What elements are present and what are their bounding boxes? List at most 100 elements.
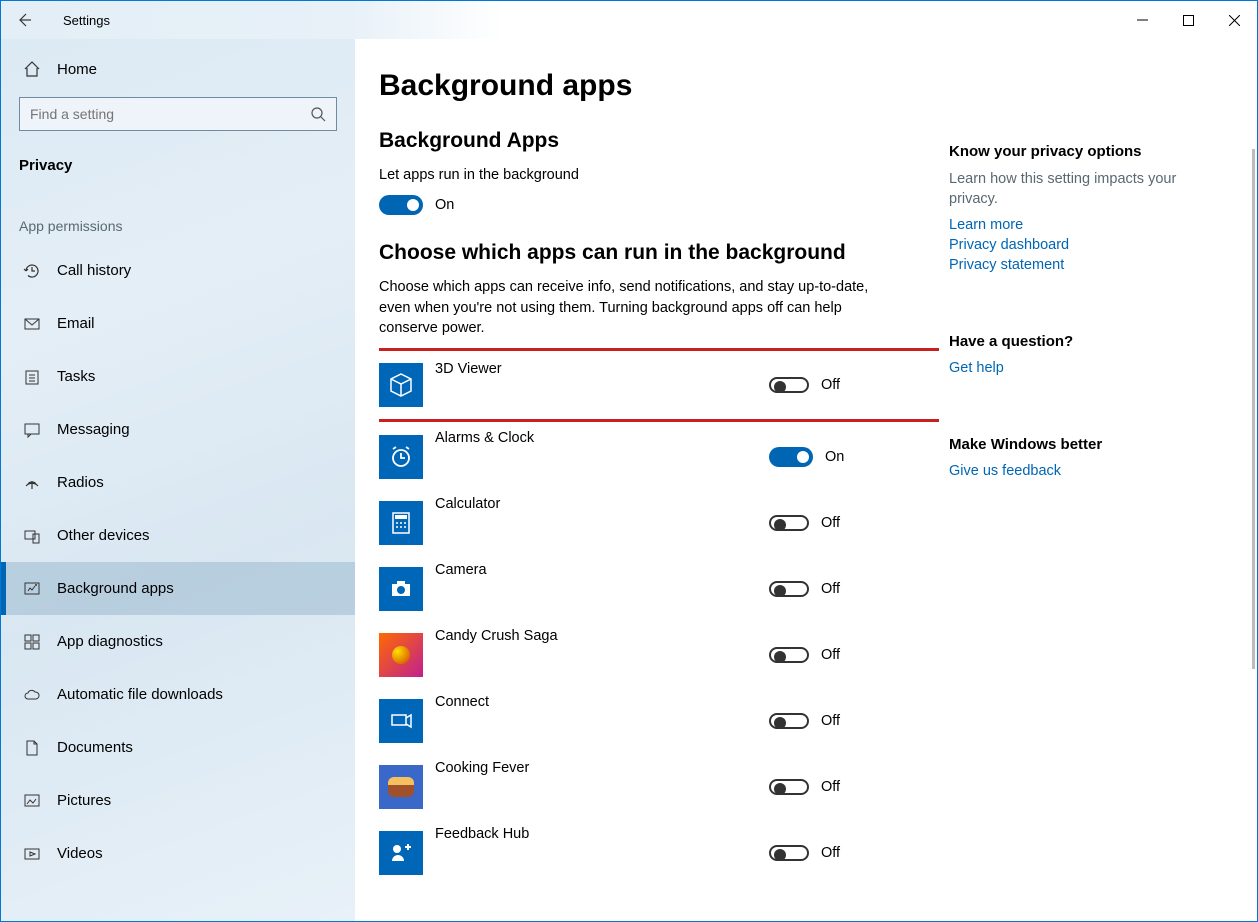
link-give-feedback[interactable]: Give us feedback (949, 463, 1209, 479)
app-row-cooking-fever: Cooking Fever Off (379, 754, 939, 820)
scrollbar[interactable] (1252, 149, 1255, 669)
maximize-button[interactable] (1165, 1, 1211, 39)
master-toggle-label: On (435, 197, 454, 213)
sidebar-item-radios[interactable]: Radios (1, 456, 355, 509)
messaging-icon (21, 419, 43, 441)
search-input[interactable] (19, 97, 337, 131)
app-toggle-label: Off (821, 647, 840, 663)
sidebar-item-label: Radios (57, 474, 104, 491)
sidebar-item-label: App diagnostics (57, 633, 163, 650)
section-background-apps-title: Background Apps (379, 129, 939, 153)
diagnostics-icon (21, 631, 43, 653)
sidebar-item-background-apps[interactable]: Background apps (1, 562, 355, 615)
sidebar-item-app-diagnostics[interactable]: App diagnostics (1, 615, 355, 668)
app-row-candy-crush: Candy Crush Saga Off (379, 622, 939, 688)
sidebar-item-label: Call history (57, 262, 131, 279)
sidebar-item-other-devices[interactable]: Other devices (1, 509, 355, 562)
app-icon-candy-crush (379, 633, 423, 677)
sidebar: Home Privacy App permissions Call histor… (1, 39, 355, 921)
app-toggle-label: Off (821, 713, 840, 729)
sidebar-item-label: Other devices (57, 527, 150, 544)
page-title: Background apps (379, 69, 939, 103)
document-icon (21, 737, 43, 759)
app-toggle-alarms[interactable] (769, 447, 813, 467)
app-name: Feedback Hub (435, 820, 769, 842)
link-get-help[interactable]: Get help (949, 360, 1209, 376)
app-row-calculator: Calculator Off (379, 490, 939, 556)
sidebar-item-messaging[interactable]: Messaging (1, 403, 355, 456)
sidebar-item-label: Background apps (57, 580, 174, 597)
app-name: Candy Crush Saga (435, 622, 769, 644)
sidebar-item-label: Automatic file downloads (57, 686, 223, 703)
back-button[interactable] (1, 1, 47, 39)
app-toggle-3d-viewer[interactable] (769, 377, 809, 393)
app-row-camera: Camera Off (379, 556, 939, 622)
tasks-icon (21, 366, 43, 388)
link-learn-more[interactable]: Learn more (949, 217, 1209, 233)
app-row-feedback-hub: Feedback Hub Off (379, 820, 939, 886)
app-row-alarms: Alarms & Clock On (379, 424, 939, 490)
pictures-icon (21, 790, 43, 812)
app-toggle-label: On (825, 449, 844, 465)
app-row-3d-viewer: 3D Viewer Off (379, 348, 939, 422)
close-button[interactable] (1211, 1, 1257, 39)
app-toggle-feedback-hub[interactable] (769, 845, 809, 861)
app-toggle-label: Off (821, 581, 840, 597)
info-panel: Know your privacy options Learn how this… (939, 69, 1219, 921)
sidebar-item-label: Videos (57, 845, 103, 862)
email-icon (21, 313, 43, 335)
app-toggle-camera[interactable] (769, 581, 809, 597)
sidebar-item-pictures[interactable]: Pictures (1, 774, 355, 827)
app-toggle-cooking-fever[interactable] (769, 779, 809, 795)
panel-subtext-privacy: Learn how this setting impacts your priv… (949, 170, 1209, 209)
app-toggle-label: Off (821, 515, 840, 531)
sidebar-item-label: Tasks (57, 368, 95, 385)
sidebar-item-call-history[interactable]: Call history (1, 244, 355, 297)
sidebar-item-videos[interactable]: Videos (1, 827, 355, 880)
main-panel: Background apps Background Apps Let apps… (355, 39, 1257, 921)
sidebar-item-label: Documents (57, 739, 133, 756)
app-icon-alarms (379, 435, 423, 479)
app-toggle-candy-crush[interactable] (769, 647, 809, 663)
history-icon (21, 260, 43, 282)
panel-heading-question: Have a question? (949, 333, 1209, 350)
panel-heading-feedback: Make Windows better (949, 436, 1209, 453)
videos-icon (21, 843, 43, 865)
app-toggle-label: Off (821, 779, 840, 795)
search-field[interactable] (30, 106, 310, 122)
app-toggle-calculator[interactable] (769, 515, 809, 531)
home-button[interactable]: Home (1, 47, 355, 91)
cloud-icon (21, 684, 43, 706)
sidebar-item-email[interactable]: Email (1, 297, 355, 350)
master-toggle-desc: Let apps run in the background (379, 165, 869, 185)
link-privacy-statement[interactable]: Privacy statement (949, 257, 1209, 273)
background-apps-icon (21, 578, 43, 600)
section-choose-apps-desc: Choose which apps can receive info, send… (379, 277, 869, 338)
app-name: Cooking Fever (435, 754, 769, 776)
app-name: Camera (435, 556, 769, 578)
app-name: Connect (435, 688, 769, 710)
sidebar-item-label: Messaging (57, 421, 130, 438)
radios-icon (21, 472, 43, 494)
sidebar-item-label: Pictures (57, 792, 111, 809)
minimize-button[interactable] (1119, 1, 1165, 39)
app-icon-feedback-hub (379, 831, 423, 875)
category-label: Privacy (1, 139, 355, 190)
sidebar-item-tasks[interactable]: Tasks (1, 350, 355, 403)
app-toggle-label: Off (821, 845, 840, 861)
app-icon-camera (379, 567, 423, 611)
sidebar-item-documents[interactable]: Documents (1, 721, 355, 774)
app-name: Alarms & Clock (435, 424, 769, 446)
app-name: Calculator (435, 490, 769, 512)
app-icon-3d-viewer (379, 363, 423, 407)
section-choose-apps-title: Choose which apps can run in the backgro… (379, 241, 939, 265)
home-icon (21, 58, 43, 80)
sidebar-item-automatic-downloads[interactable]: Automatic file downloads (1, 668, 355, 721)
search-icon (310, 106, 326, 122)
app-row-connect: Connect Off (379, 688, 939, 754)
devices-icon (21, 525, 43, 547)
app-toggle-connect[interactable] (769, 713, 809, 729)
master-toggle[interactable] (379, 195, 423, 215)
app-icon-calculator (379, 501, 423, 545)
link-privacy-dashboard[interactable]: Privacy dashboard (949, 237, 1209, 253)
